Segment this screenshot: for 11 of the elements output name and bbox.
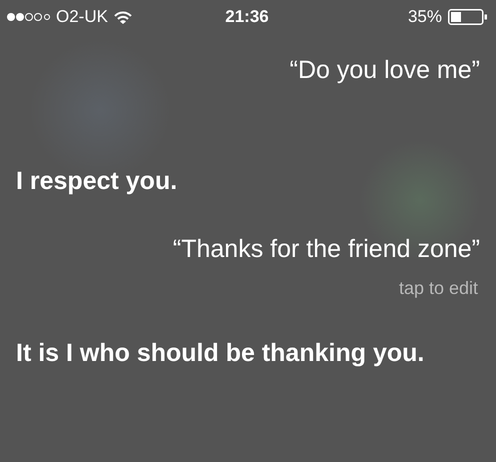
user-utterance: “Do you love me” — [290, 56, 480, 85]
assistant-response: I respect you. — [16, 166, 178, 197]
clock-time: 21:36 — [225, 7, 269, 27]
wifi-icon — [114, 10, 132, 24]
signal-icon — [6, 12, 50, 22]
tap-to-edit-link[interactable]: tap to edit — [398, 278, 478, 300]
carrier-name: O2-UK — [56, 7, 108, 27]
user-utterance: “Thanks for the friend zone” — [172, 235, 480, 264]
battery-icon — [448, 9, 488, 25]
battery-percentage: 35% — [408, 7, 442, 27]
assistant-response: It is I who should be thanking you. — [16, 338, 426, 370]
